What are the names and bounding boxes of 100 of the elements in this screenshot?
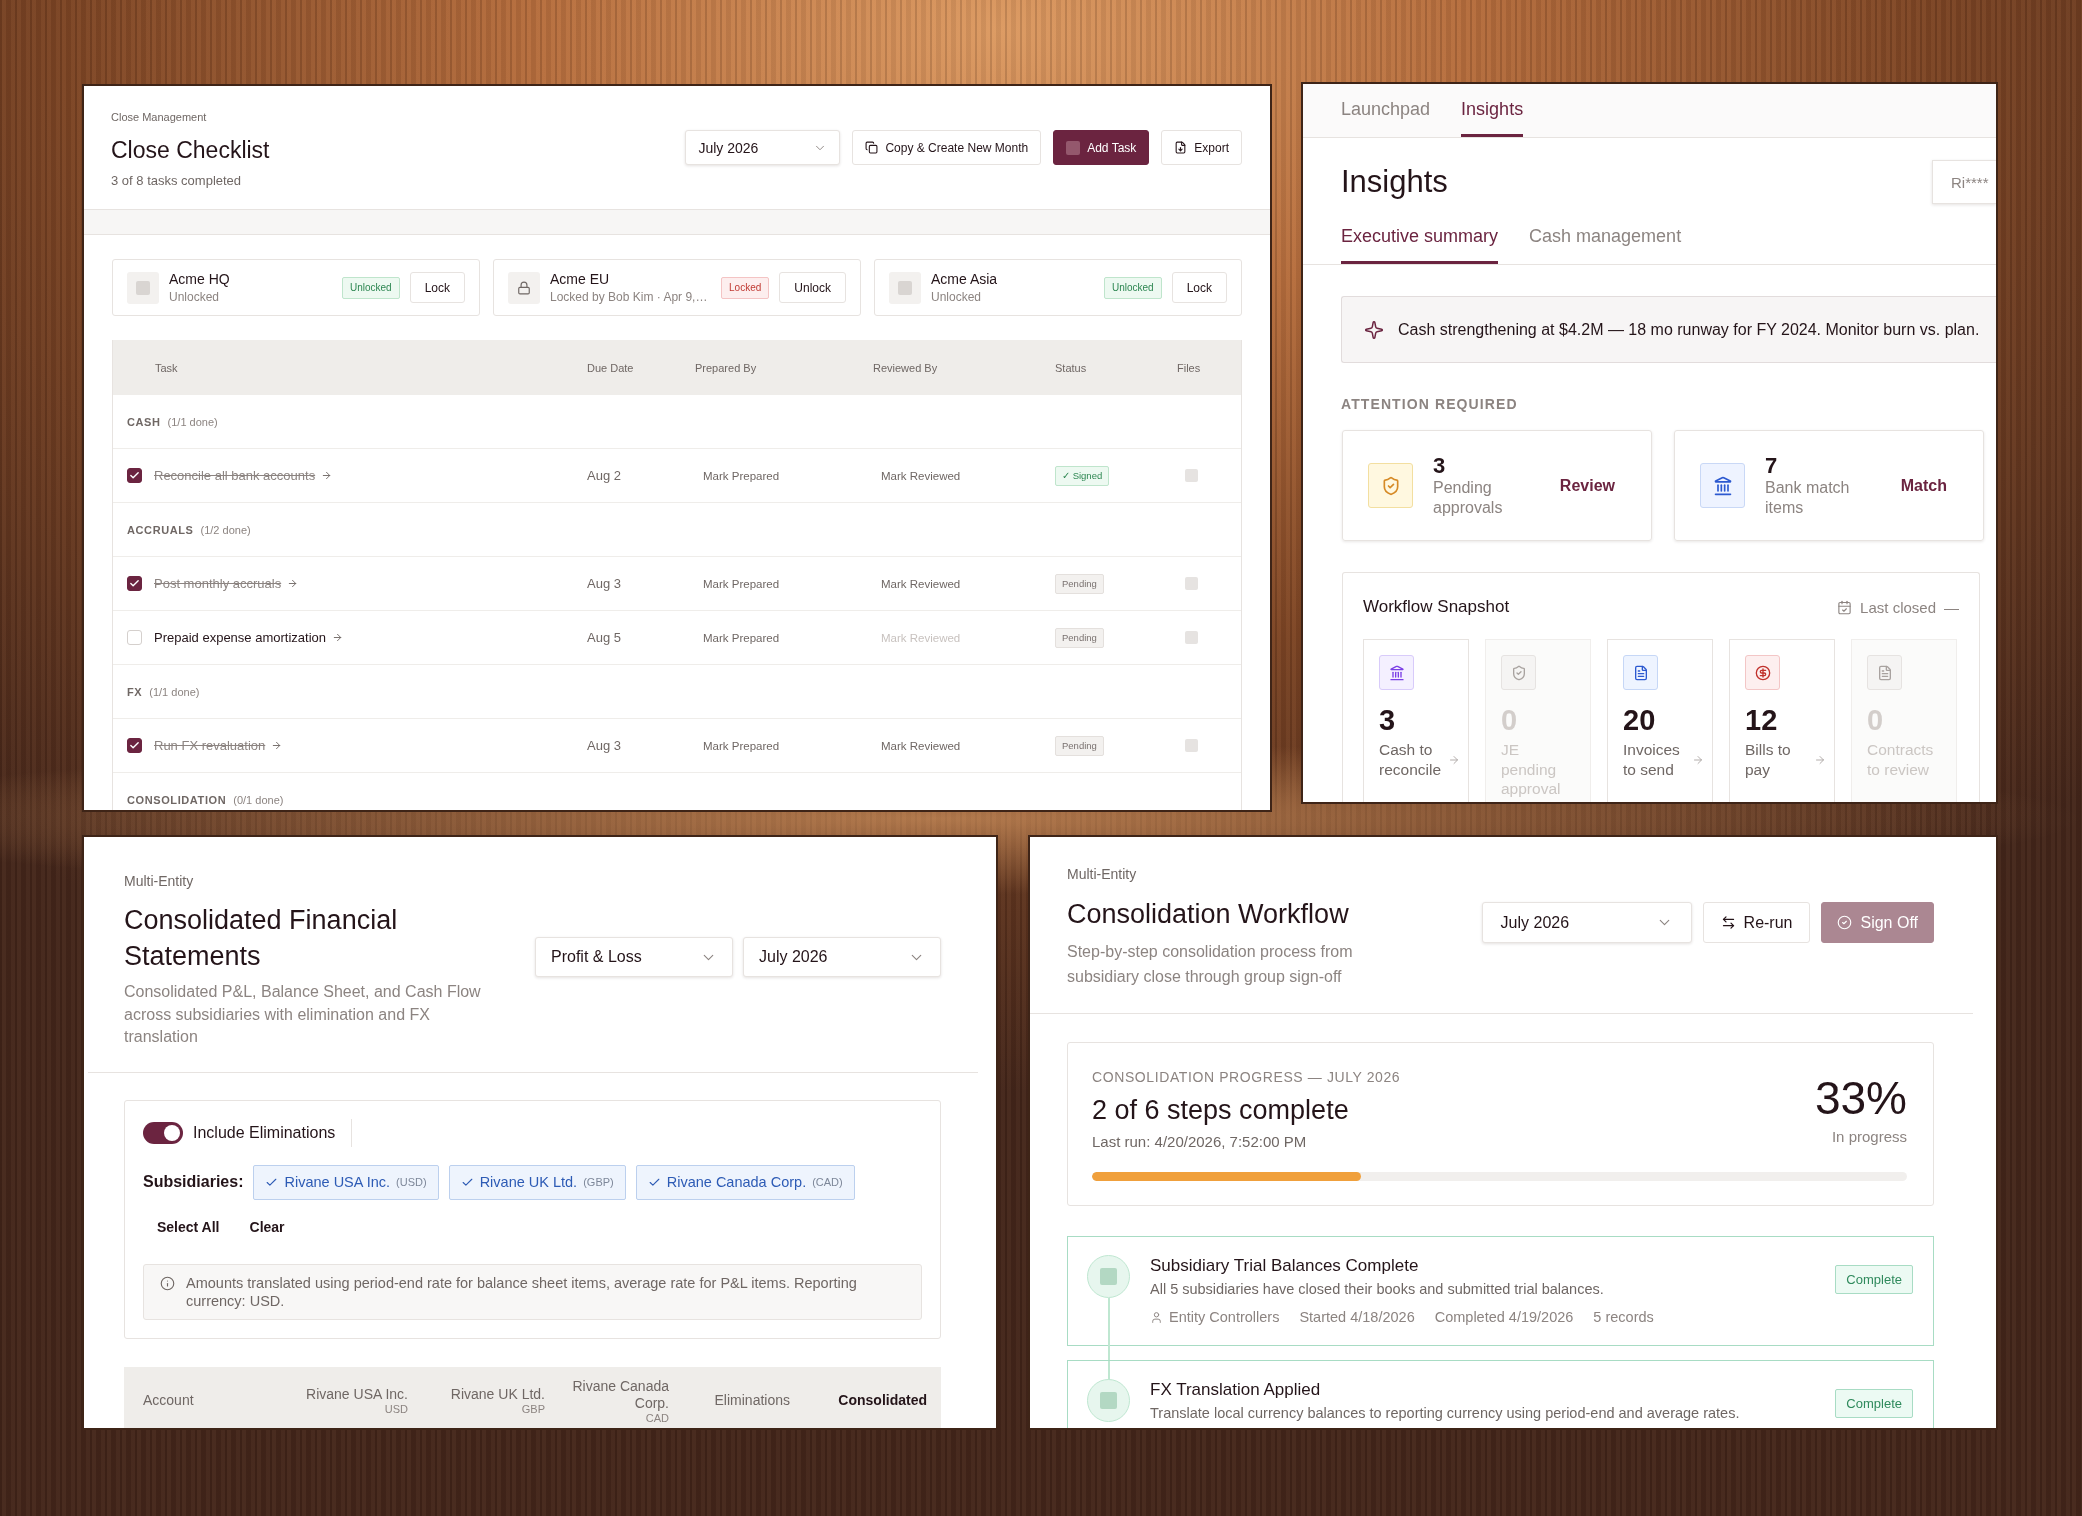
entity-lock-button[interactable]: Lock	[1171, 272, 1227, 303]
snapshot-tile[interactable]: 3 Cash to reconcile	[1363, 639, 1469, 802]
user-menu-button[interactable]: Ri****	[1932, 160, 1996, 204]
step-title: FX Translation Applied	[1150, 1379, 1321, 1401]
file-placeholder-icon	[1185, 577, 1198, 590]
tile-count: 3	[1379, 704, 1396, 736]
section-tab[interactable]: Executive summary	[1341, 206, 1499, 264]
breadcrumb: Close Management	[111, 110, 207, 124]
nav-tab[interactable]: Launchpad	[1341, 84, 1431, 137]
last-closed-label: Last closed	[1860, 598, 1936, 616]
arrow-right-icon	[1692, 753, 1704, 766]
status-circle-icon	[1087, 1379, 1130, 1422]
reviewer-name: Mark Reviewed	[881, 631, 961, 644]
shield-check-icon	[1368, 463, 1413, 508]
check-icon	[129, 740, 140, 751]
nav-tab[interactable]: Insights	[1461, 84, 1524, 137]
document-icon	[1623, 655, 1658, 690]
reviewer-name: Mark Reviewed	[881, 577, 961, 590]
tile-label: Cash to reconcile	[1379, 740, 1443, 779]
check-circle-icon	[1837, 915, 1853, 930]
status-badge: Pending	[1055, 735, 1104, 756]
statement-dropdown[interactable]: Profit & Loss	[535, 937, 733, 977]
card-title: Workflow Snapshot	[1363, 597, 1510, 617]
arrows-left-right-icon	[1720, 915, 1736, 930]
attention-label: Bank match items	[1765, 477, 1851, 518]
last-closed-value: —	[1944, 598, 1959, 616]
check-icon	[129, 470, 140, 481]
progress-status: In progress	[1831, 1127, 1907, 1147]
user-icon	[1150, 1310, 1163, 1324]
progress-heading: CONSOLIDATION PROGRESS — JULY 2026	[1092, 1068, 1401, 1086]
group-count: (1/2 done)	[200, 523, 251, 536]
column-header: Rivane UK Ltd.	[450, 1386, 545, 1403]
period-dropdown[interactable]: July 2026	[743, 937, 941, 977]
page-title: Consolidation Workflow	[1067, 898, 1349, 931]
action-button[interactable]: Match	[1900, 476, 1947, 495]
action-button[interactable]: Review	[1559, 476, 1615, 495]
preparer-name: Mark Prepared	[703, 469, 780, 482]
column-header: Due Date	[587, 361, 634, 374]
snapshot-tile[interactable]: 12 Bills to pay	[1729, 639, 1835, 802]
column-header: Rivane USA Inc.	[306, 1386, 408, 1403]
entity-status-text: Unlocked	[169, 289, 220, 305]
preparer-name: Mark Prepared	[703, 577, 780, 590]
group-count: (1/1 done)	[167, 415, 218, 428]
step-completed: Completed 4/19/2026	[1434, 1308, 1574, 1327]
copy-month-button[interactable]: Copy & Create New Month	[852, 130, 1042, 165]
preparer-name: Mark Prepared	[703, 631, 780, 644]
column-header: Rivane Canada Corp.	[571, 1377, 669, 1412]
entity-name: Acme EU	[550, 270, 610, 288]
currency-code: USD	[384, 1403, 408, 1415]
group-count: (0/1 done)	[233, 793, 284, 806]
placeholder-icon	[1066, 140, 1081, 155]
entity-name: Acme Asia	[931, 270, 998, 288]
checkbox[interactable]	[127, 738, 142, 753]
toggle-label: Include Eliminations	[193, 1123, 336, 1142]
checkbox[interactable]	[127, 576, 142, 591]
export-button[interactable]: Export	[1161, 130, 1242, 165]
page-description: Step-by-step consolidation process from subsidiary close through group sign-off	[1067, 942, 1354, 987]
rerun-button[interactable]: Re-run	[1702, 902, 1811, 943]
period-dropdown[interactable]: July 2026	[685, 130, 841, 165]
subsidiary-chip[interactable]: Rivane USA Inc. (USD)	[253, 1164, 439, 1200]
tile-count: 20	[1623, 704, 1656, 736]
lock-status-badge: Locked	[721, 276, 770, 299]
arrow-right-icon	[287, 578, 299, 589]
filter-label: Subsidiaries:	[143, 1173, 244, 1191]
file-placeholder-icon	[1185, 469, 1198, 482]
add-task-button[interactable]: Add Task	[1053, 130, 1150, 165]
toggle-switch[interactable]	[143, 1121, 183, 1144]
checkbox[interactable]	[127, 468, 142, 483]
snapshot-tile[interactable]: 20 Invoices to send	[1607, 639, 1713, 802]
column-header: Files	[1177, 361, 1201, 374]
attention-count: 3	[1433, 453, 1446, 478]
column-header: Status	[1055, 361, 1087, 374]
subsidiary-chip[interactable]: Rivane Canada Corp. (CAD)	[635, 1164, 855, 1200]
arrow-right-icon	[332, 632, 343, 643]
group-count: (1/1 done)	[149, 685, 200, 698]
group-name: CASH	[127, 415, 161, 428]
status-badge: Pending	[1055, 627, 1104, 648]
lock-status-badge: Unlocked	[341, 276, 400, 299]
due-date: Aug 3	[587, 738, 621, 753]
section-tab[interactable]: Cash management	[1529, 206, 1682, 264]
status-badge: Pending	[1055, 573, 1104, 594]
sparkle-icon	[1364, 319, 1384, 340]
reviewer-name: Mark Reviewed	[881, 739, 961, 752]
clear-button[interactable]: Clear	[235, 1211, 299, 1242]
subsidiary-chip[interactable]: Rivane UK Ltd. (GBP)	[448, 1164, 626, 1200]
progress-summary: 2 of 6 steps complete	[1092, 1094, 1349, 1127]
preparer-name: Mark Prepared	[703, 739, 780, 752]
column-header: Consolidated	[838, 1392, 927, 1409]
column-header: Reviewed By	[873, 361, 938, 374]
lock-status-badge: Unlocked	[1103, 276, 1162, 299]
entity-lock-button[interactable]: Unlock	[779, 272, 846, 303]
period-dropdown[interactable]: July 2026	[1481, 902, 1692, 943]
breadcrumb: Multi-Entity	[1067, 865, 1137, 883]
select-all-button[interactable]: Select All	[143, 1211, 234, 1242]
entity-name: Acme HQ	[169, 270, 230, 288]
arrow-right-icon	[1814, 753, 1826, 766]
entity-lock-button[interactable]: Lock	[409, 272, 465, 303]
entity-status-text: Locked by Bob Kim · Apr 9,…	[550, 289, 708, 305]
bank-icon	[1379, 655, 1414, 690]
step-description: All 5 subsidiaries have closed their books and submitted trial balances.	[1150, 1280, 1604, 1299]
